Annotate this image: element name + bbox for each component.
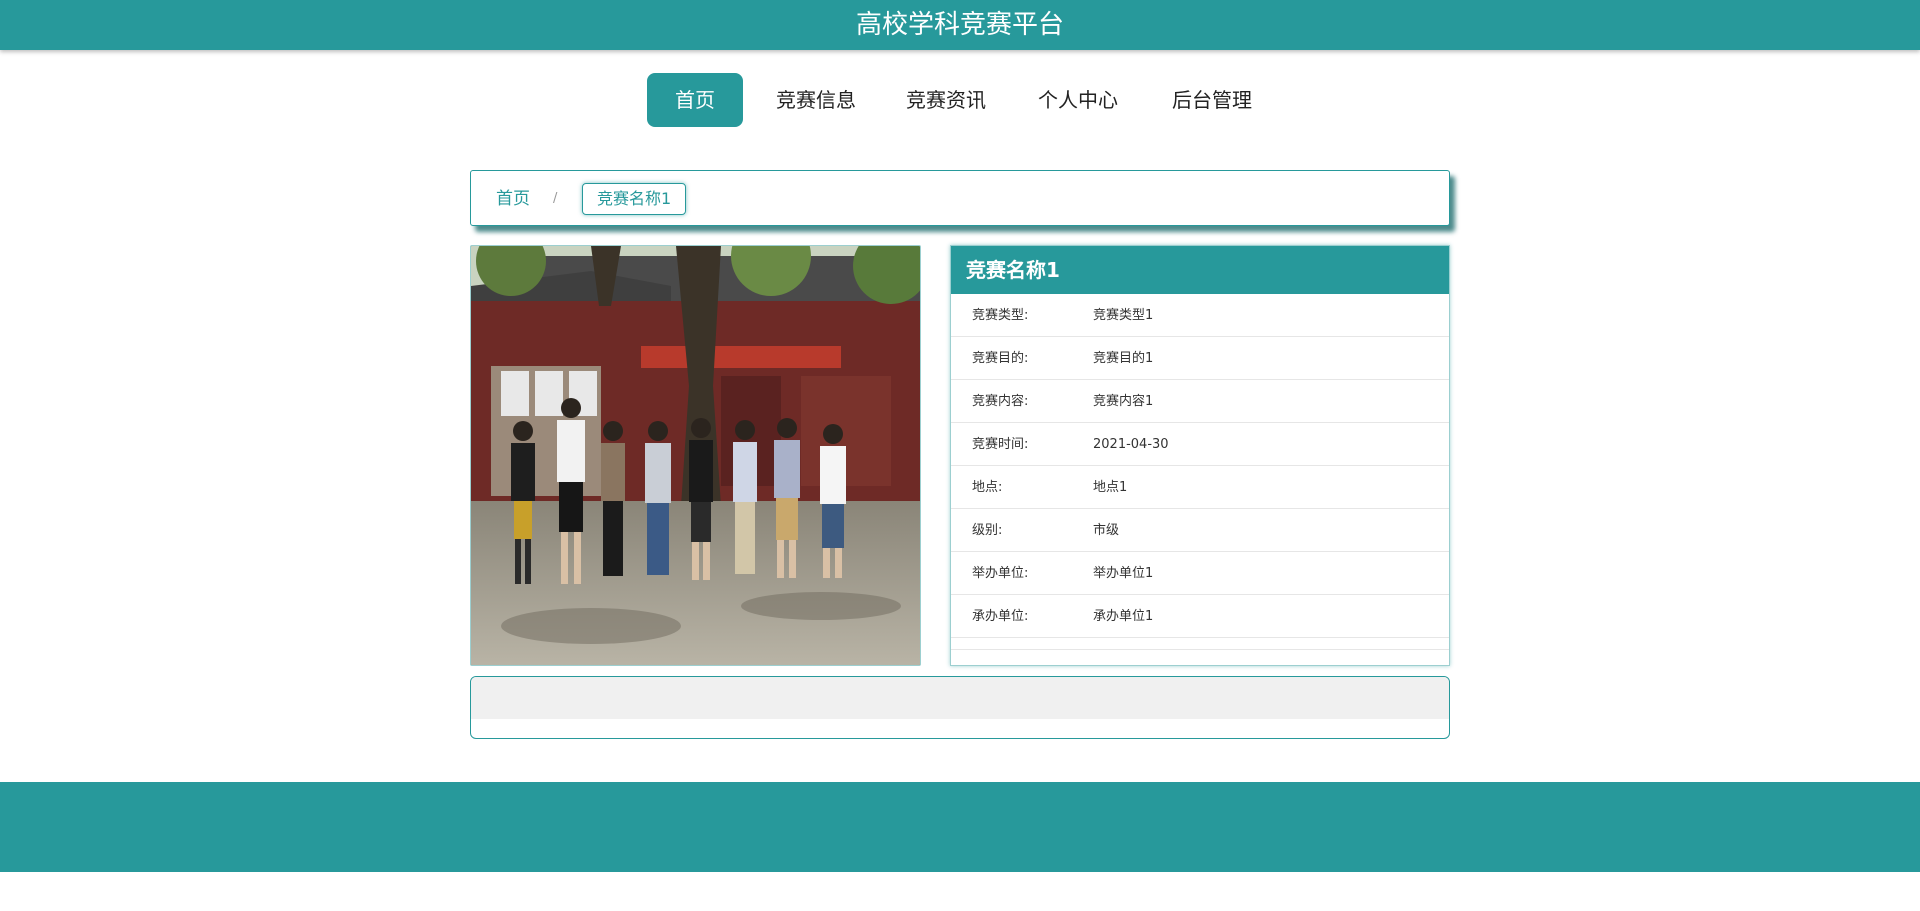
detail-label: 地点: — [972, 480, 1003, 495]
detail-row-host: 承办单位: 承办单位1 — [951, 595, 1449, 638]
detail-value: 举办单位1 — [1093, 566, 1154, 581]
detail-row-organizer: 举办单位: 举办单位1 — [951, 552, 1449, 595]
detail-label: 竞赛目的: — [972, 351, 1029, 366]
detail-row-level: 级别: 市级 — [951, 509, 1449, 552]
breadcrumb-home-link[interactable]: 首页 — [496, 171, 530, 227]
detail-value: 竞赛目的1 — [1093, 351, 1154, 366]
breadcrumb-separator: / — [553, 191, 558, 206]
detail-row-type: 竞赛类型: 竞赛类型1 — [951, 294, 1449, 337]
nav-item-admin[interactable]: 后台管理 — [1166, 73, 1258, 127]
main-nav: 首页 竞赛信息 竞赛资讯 个人中心 后台管理 — [0, 73, 1920, 127]
detail-label: 举办单位: — [972, 566, 1029, 581]
breadcrumb-current: 竞赛名称1 — [582, 183, 687, 215]
detail-label: 竞赛类型: — [972, 308, 1029, 323]
competition-detail-panel: 竞赛名称1 竞赛类型: 竞赛类型1 竞赛目的: 竞赛目的1 竞赛内容: 竞赛内容… — [950, 245, 1450, 666]
detail-label: 竞赛内容: — [972, 394, 1029, 409]
detail-row-purpose: 竞赛目的: 竞赛目的1 — [951, 337, 1449, 380]
detail-row-content: 竞赛内容: 竞赛内容1 — [951, 380, 1449, 423]
detail-value: 地点1 — [1093, 480, 1128, 495]
detail-row-time: 竞赛时间: 2021-04-30 — [951, 423, 1449, 466]
detail-row-empty — [951, 638, 1449, 650]
detail-content-box — [470, 676, 1450, 739]
top-header-bar: 高校学科竞赛平台 — [0, 0, 1920, 50]
competition-photo — [470, 245, 921, 666]
breadcrumb: 首页 / 竞赛名称1 — [470, 170, 1450, 226]
page-footer — [0, 782, 1920, 872]
detail-label: 竞赛时间: — [972, 437, 1029, 452]
detail-label: 级别: — [972, 523, 1003, 538]
detail-value: 承办单位1 — [1093, 609, 1154, 624]
detail-value: 市级 — [1093, 523, 1120, 538]
competition-name-heading: 竞赛名称1 — [951, 246, 1449, 294]
detail-label: 承办单位: — [972, 609, 1029, 624]
nav-item-competition-info[interactable]: 竞赛信息 — [770, 73, 862, 127]
nav-item-personal-center[interactable]: 个人中心 — [1032, 73, 1124, 127]
detail-value: 2021-04-30 — [1093, 437, 1169, 452]
detail-value: 竞赛类型1 — [1093, 308, 1154, 323]
detail-row-location: 地点: 地点1 — [951, 466, 1449, 509]
competition-photo-image — [471, 246, 920, 665]
detail-content-header — [471, 677, 1449, 719]
nav-item-competition-news[interactable]: 竞赛资讯 — [900, 73, 992, 127]
detail-value: 竞赛内容1 — [1093, 394, 1154, 409]
site-title: 高校学科竞赛平台 — [855, 10, 1064, 40]
nav-item-home[interactable]: 首页 — [647, 73, 743, 127]
